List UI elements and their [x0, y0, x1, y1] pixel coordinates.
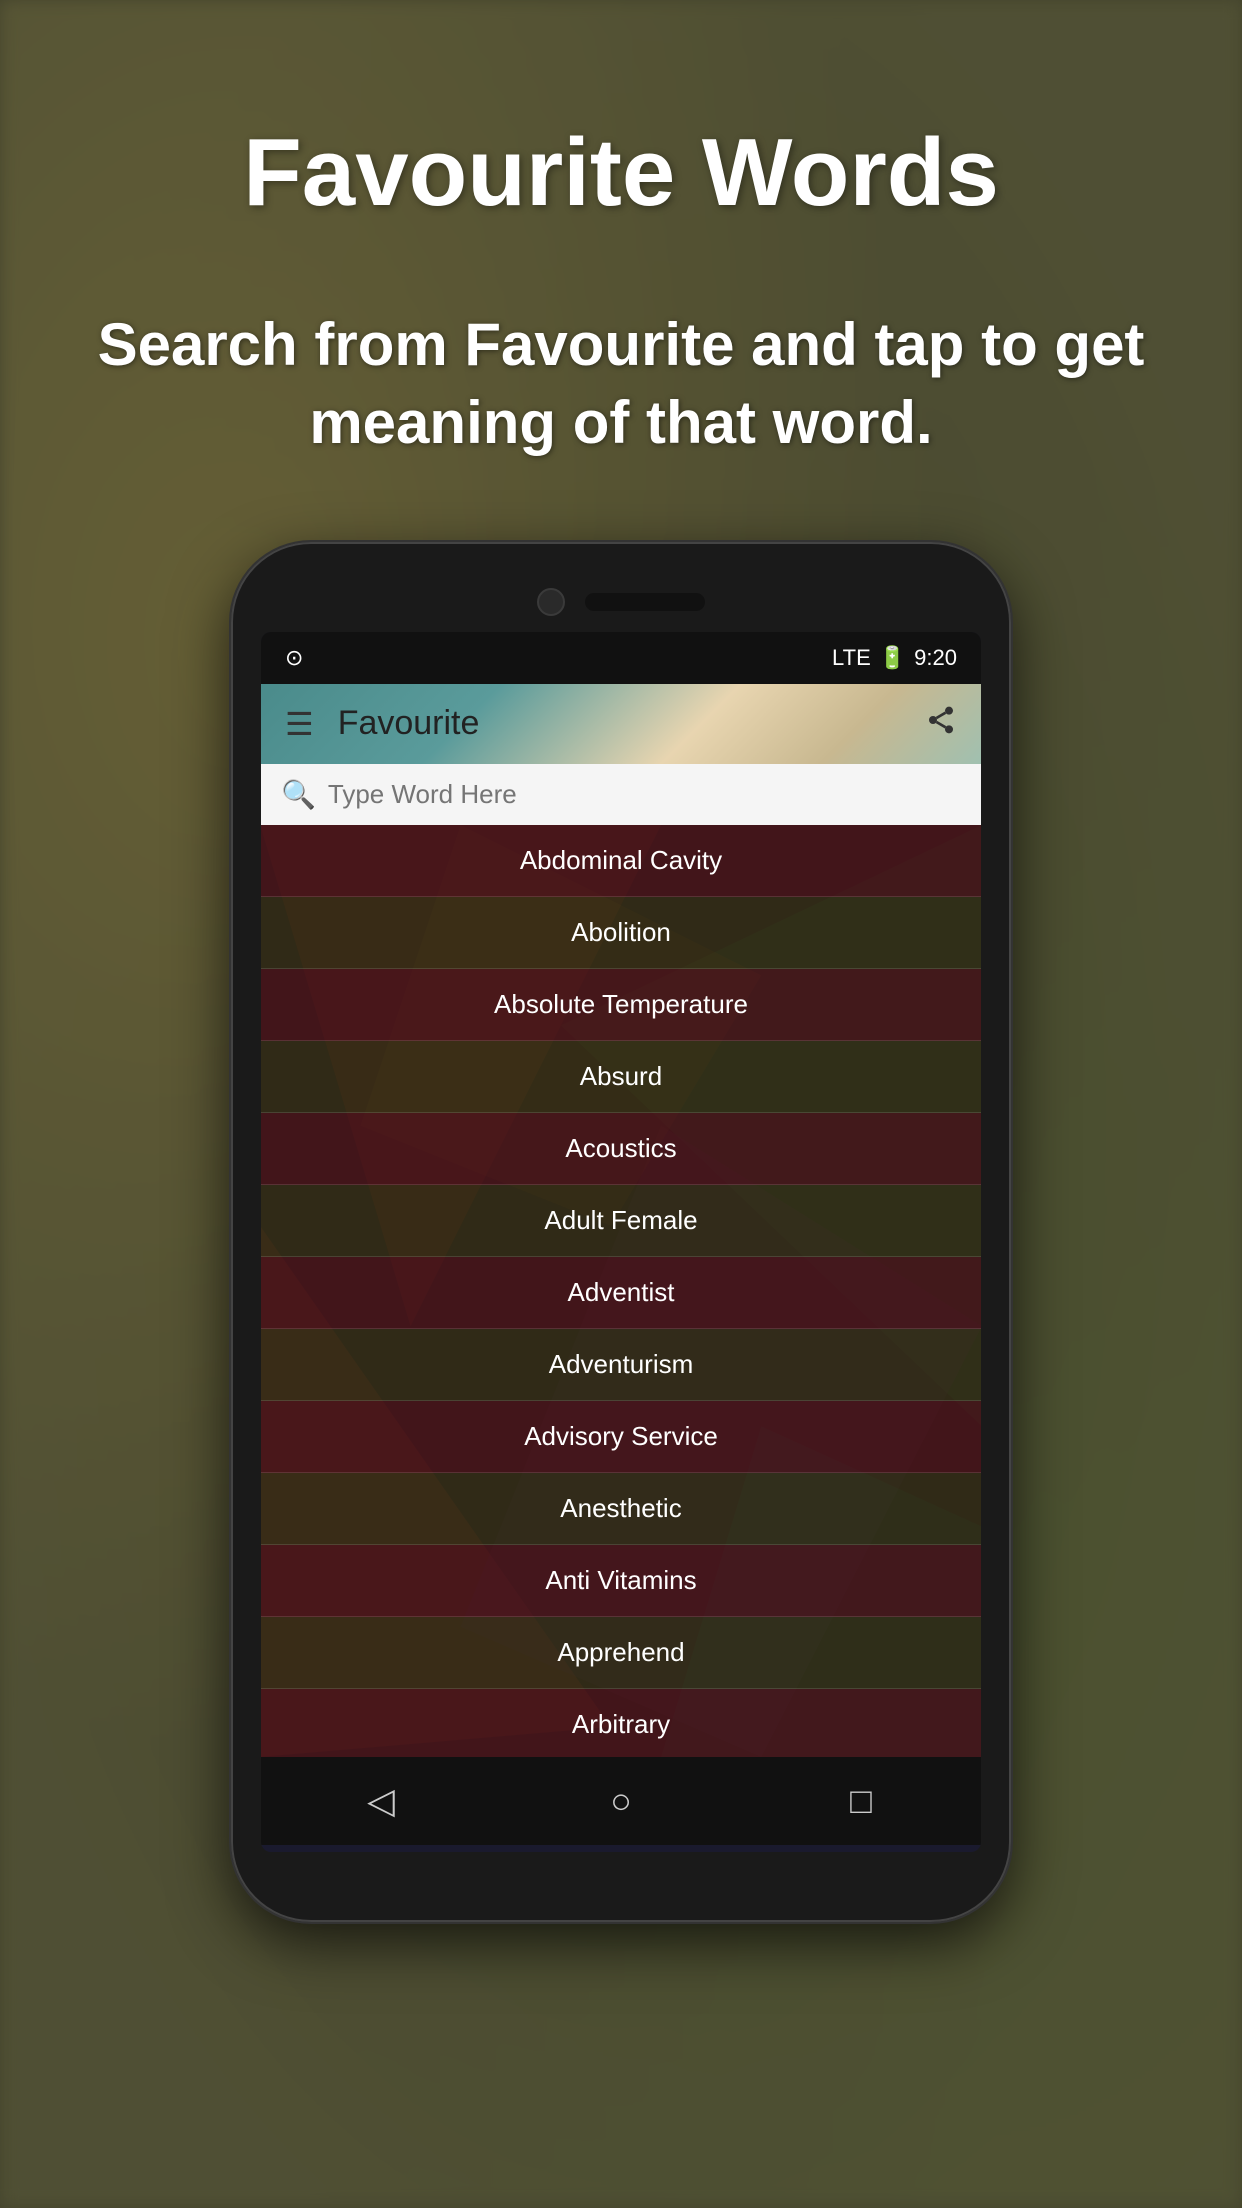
toolbar-title: Favourite	[338, 704, 925, 743]
phone-top-bar	[261, 572, 981, 632]
page-title: Favourite Words	[243, 120, 999, 226]
clock: 9:20	[914, 645, 957, 671]
battery-icon: 🔋	[879, 645, 906, 671]
home-icon: ○	[610, 1780, 632, 1822]
list-item[interactable]: Anesthetic	[261, 1473, 981, 1545]
search-bar: 🔍	[261, 764, 981, 825]
list-item[interactable]: Adventist	[261, 1257, 981, 1329]
word-label: Absolute Temperature	[494, 989, 748, 1020]
list-item[interactable]: Apprehend	[261, 1617, 981, 1689]
word-label: Acoustics	[565, 1133, 676, 1164]
phone-frame: ⊙ LTE 🔋 9:20 ☰ Favourite	[231, 542, 1011, 1922]
list-item[interactable]: Acoustics	[261, 1113, 981, 1185]
list-item[interactable]: Absolute Temperature	[261, 969, 981, 1041]
back-icon: ◁	[367, 1780, 395, 1822]
phone-bottom-bar	[261, 1852, 981, 1912]
list-item[interactable]: Arbitrary	[261, 1689, 981, 1757]
list-item[interactable]: Abolition	[261, 897, 981, 969]
hamburger-menu-icon[interactable]: ☰	[285, 705, 314, 743]
search-icon: 🔍	[281, 778, 316, 811]
recent-apps-button[interactable]: □	[821, 1761, 901, 1841]
camera-dot	[537, 588, 565, 616]
status-left: ⊙	[285, 645, 303, 671]
status-icon: ⊙	[285, 645, 303, 671]
page-content: Favourite Words Search from Favourite an…	[0, 0, 1242, 2208]
list-item[interactable]: Advisory Service	[261, 1401, 981, 1473]
phone-screen: ⊙ LTE 🔋 9:20 ☰ Favourite	[261, 632, 981, 1852]
word-label: Advisory Service	[524, 1421, 718, 1452]
list-item[interactable]: Adventurism	[261, 1329, 981, 1401]
phone-mockup: ⊙ LTE 🔋 9:20 ☰ Favourite	[231, 542, 1011, 1922]
speaker-grille	[585, 593, 705, 611]
status-bar: ⊙ LTE 🔋 9:20	[261, 632, 981, 684]
list-item[interactable]: Adult Female	[261, 1185, 981, 1257]
word-label: Adult Female	[544, 1205, 697, 1236]
word-label: Arbitrary	[572, 1709, 670, 1740]
word-label: Anesthetic	[560, 1493, 681, 1524]
phone-nav-bar: ◁ ○ □	[261, 1757, 981, 1845]
word-label: Abdominal Cavity	[520, 845, 722, 876]
word-list: Abdominal Cavity Abolition Absolute Temper…	[261, 825, 981, 1757]
back-button[interactable]: ◁	[341, 1761, 421, 1841]
page-subtitle: Search from Favourite and tap to get mea…	[0, 306, 1242, 462]
recent-icon: □	[850, 1780, 872, 1822]
word-label: Apprehend	[557, 1637, 684, 1668]
word-label: Abolition	[571, 917, 671, 948]
app-toolbar: ☰ Favourite	[261, 684, 981, 764]
word-label: Adventurism	[549, 1349, 694, 1380]
list-item[interactable]: Anti Vitamins	[261, 1545, 981, 1617]
signal-indicator: LTE	[832, 645, 871, 671]
status-right: LTE 🔋 9:20	[832, 645, 957, 671]
home-button[interactable]: ○	[581, 1761, 661, 1841]
word-label: Anti Vitamins	[545, 1565, 696, 1596]
word-label: Absurd	[580, 1061, 662, 1092]
word-label: Adventist	[568, 1277, 675, 1308]
search-input[interactable]	[328, 779, 961, 810]
share-icon[interactable]	[925, 704, 957, 744]
list-item[interactable]: Absurd	[261, 1041, 981, 1113]
list-item[interactable]: Abdominal Cavity	[261, 825, 981, 897]
